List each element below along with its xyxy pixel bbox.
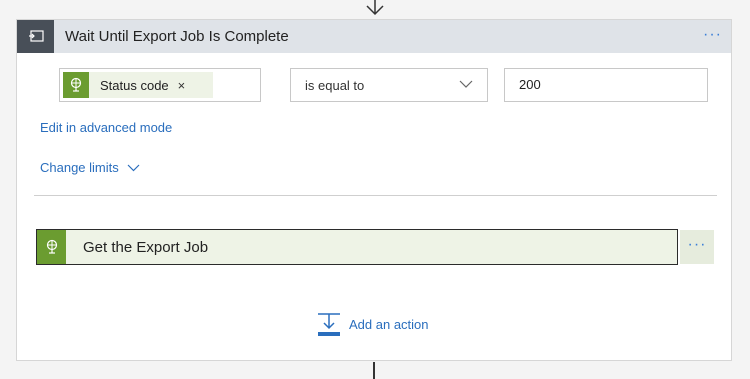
condition-left-operand[interactable]: Status code × <box>59 68 261 102</box>
until-loop-icon <box>17 20 54 53</box>
operator-value: is equal to <box>305 78 365 93</box>
token-remove-button[interactable]: × <box>178 78 186 93</box>
scope-more-options-button[interactable]: ··· <box>703 26 722 44</box>
api-globe-icon <box>63 72 89 98</box>
change-limits-toggle[interactable]: Change limits <box>40 160 140 175</box>
action-more-options-button[interactable]: ··· <box>680 230 714 264</box>
edit-advanced-mode-link[interactable]: Edit in advanced mode <box>40 120 172 135</box>
divider <box>34 195 717 196</box>
add-action-icon <box>318 313 340 336</box>
flow-arrow-down-icon <box>366 0 384 16</box>
chevron-down-icon <box>459 80 473 88</box>
condition-value: 200 <box>519 77 541 92</box>
add-an-action-button[interactable]: Add an action <box>317 312 429 336</box>
api-globe-icon <box>37 230 66 264</box>
scope-title: Wait Until Export Job Is Complete <box>65 28 289 45</box>
change-limits-label: Change limits <box>40 160 119 175</box>
add-action-label: Add an action <box>349 316 429 332</box>
condition-value-input[interactable]: 200 <box>504 68 708 102</box>
until-scope-card: Wait Until Export Job Is Complete ··· St… <box>16 19 732 361</box>
scope-header[interactable]: Wait Until Export Job Is Complete ··· <box>17 20 731 53</box>
get-export-job-action[interactable]: Get the Export Job <box>36 229 678 265</box>
status-code-token[interactable]: Status code × <box>63 72 213 98</box>
action-title: Get the Export Job <box>83 238 209 256</box>
operator-select[interactable]: is equal to <box>290 68 488 102</box>
flow-connector-line <box>373 362 375 379</box>
chevron-down-icon <box>127 164 140 171</box>
token-label: Status code <box>100 77 169 93</box>
